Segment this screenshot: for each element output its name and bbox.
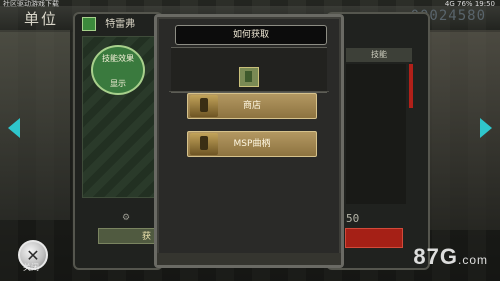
tab-skills[interactable]: 技能: [346, 48, 412, 62]
watermark-logo: 87G.com: [413, 244, 488, 270]
shop-button[interactable]: 商店: [187, 93, 317, 119]
skills-list: [346, 64, 406, 204]
character-header: 特雷弗: [82, 16, 152, 34]
dialog-title: 如何获取: [175, 25, 327, 45]
skills-value: 50: [346, 212, 360, 225]
previous-arrow-icon[interactable]: [8, 118, 20, 138]
msp-button-label: MSP曲柄: [233, 139, 271, 149]
watermark-suffix: .com: [457, 253, 488, 267]
close-label: 关闭: [23, 263, 39, 272]
dialog-footer: [157, 253, 341, 265]
character-portrait[interactable]: 技能效果 显示: [82, 36, 158, 198]
badge-line-1: 技能效果: [102, 54, 134, 63]
item-icon: [239, 67, 259, 87]
character-name: 特雷弗: [105, 19, 136, 30]
msp-button[interactable]: MSP曲柄: [187, 131, 317, 157]
skills-action-button[interactable]: [345, 228, 403, 248]
skill-effect-badge: 技能效果 显示: [91, 45, 145, 95]
shop-button-label: 商店: [242, 101, 261, 111]
watermark-text: 87G: [413, 244, 458, 269]
scrollbar[interactable]: [409, 64, 413, 108]
character-obtain-button[interactable]: 获: [98, 228, 156, 244]
character-icon: [82, 17, 96, 31]
how-to-obtain-dialog: 如何获取 商店 MSP曲柄: [154, 14, 344, 268]
page-title: 单位: [24, 10, 59, 28]
gear-icon: ⚙: [122, 213, 131, 223]
dialog-divider: [169, 91, 329, 92]
badge-line-2: 显示: [110, 79, 126, 88]
next-arrow-icon[interactable]: [480, 118, 492, 138]
